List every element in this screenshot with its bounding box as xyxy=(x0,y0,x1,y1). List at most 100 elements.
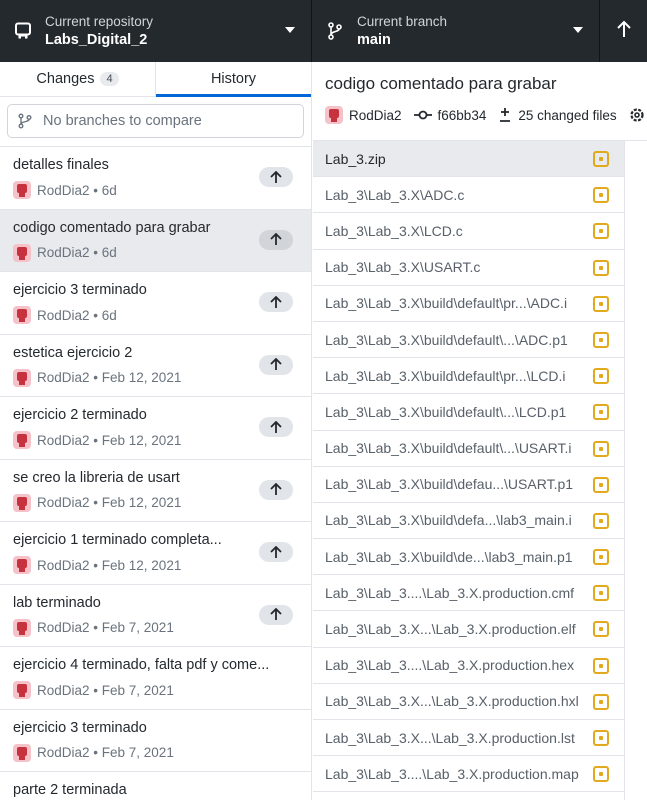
commit-title: ejercicio 3 terminado xyxy=(13,719,147,736)
avatar xyxy=(13,243,31,262)
commit-row[interactable]: estetica ejercicio 2 RodDia2 • Feb 12, 2… xyxy=(0,335,311,397)
file-modified-icon xyxy=(593,295,609,312)
compare-bar: No branches to compare xyxy=(0,97,311,147)
file-path: Lab_3\Lab_3.X...\Lab_3.X.production.lst xyxy=(325,729,575,746)
file-path: Lab_3\Lab_3.X\build\default\pr...\ADC.i xyxy=(325,295,568,312)
commit-summary: codigo comentado para grabar RodDia2 f66… xyxy=(313,62,647,141)
repo-icon xyxy=(14,22,32,40)
commit-row[interactable]: ejercicio 2 terminado RodDia2 • Feb 12, … xyxy=(0,397,311,460)
file-row[interactable]: Lab_3\Lab_3.X\build\default\...\ADC.p1 xyxy=(313,322,624,359)
file-row[interactable]: Lab_3\Lab_3.X\build\de...\lab3_main.p1 xyxy=(313,539,624,576)
file-row[interactable]: Lab_3\Lab_3.X\build\default\pr...\ADC.i xyxy=(313,286,624,322)
commit-row[interactable]: ejercicio 1 terminado completa... RodDia… xyxy=(0,522,311,585)
commit-row[interactable]: se creo la libreria de usart RodDia2 • F… xyxy=(0,460,311,522)
file-path: Lab_3\Lab_3.X\build\defau...\USART.p1 xyxy=(325,476,574,493)
file-path: Lab_3\Lab_3.X\build\de...\lab3_main.p1 xyxy=(325,548,573,565)
commit-title: codigo comentado para grabar xyxy=(13,219,211,236)
branch-selector[interactable]: Current branch main xyxy=(312,0,600,62)
avatar xyxy=(13,618,31,637)
compare-placeholder: No branches to compare xyxy=(43,113,202,129)
file-row[interactable]: Lab_3\Lab_3....\Lab_3.X.production.map xyxy=(313,756,624,793)
commit-list: detalles finales RodDia2 • 6d codigo com… xyxy=(0,147,311,800)
file-row[interactable]: Lab_3\Lab_3.X\build\default\...\USART.i xyxy=(313,431,624,467)
file-row[interactable]: Lab_3\Lab_3.X\LCD.c xyxy=(313,213,624,250)
push-button[interactable] xyxy=(600,0,647,62)
file-modified-icon xyxy=(593,621,609,638)
commit-detail-title: codigo comentado para grabar xyxy=(325,74,557,93)
branch-name: main xyxy=(357,31,391,48)
arrow-up-icon xyxy=(616,20,632,43)
file-modified-icon xyxy=(593,766,609,783)
commit-row[interactable]: ejercicio 3 terminado RodDia2 • Feb 7, 2… xyxy=(0,710,311,772)
commit-title: ejercicio 2 terminado xyxy=(13,407,147,423)
commit-date: 6d xyxy=(101,182,117,198)
file-row[interactable]: Lab_3.zip xyxy=(313,141,624,178)
avatar xyxy=(325,106,343,124)
file-modified-icon xyxy=(593,223,609,240)
commit-title: se creo la libreria de usart xyxy=(13,469,180,486)
commit-row[interactable]: lab terminado RodDia2 • Feb 7, 2021 xyxy=(0,585,311,647)
repo-caption: Current repository xyxy=(45,13,154,29)
unpushed-arrow-up-icon xyxy=(259,604,293,625)
commit-author: RodDia2 xyxy=(37,682,90,698)
branch-compare-input[interactable]: No branches to compare xyxy=(7,104,304,138)
commit-sha[interactable]: f66bb34 xyxy=(413,108,486,123)
file-modified-icon xyxy=(593,331,609,348)
file-row[interactable]: Lab_3\Lab_3.X\ADC.c xyxy=(313,177,624,214)
commit-date: Feb 12, 2021 xyxy=(101,557,182,573)
commit-row[interactable]: detalles finales RodDia2 • 6d xyxy=(0,147,311,210)
avatar xyxy=(13,681,31,699)
file-row[interactable]: Lab_3\Lab_3.X...\Lab_3.X.production.lst xyxy=(313,720,624,757)
file-modified-icon xyxy=(593,404,609,421)
commit-date: 6d xyxy=(101,245,117,260)
tab-changes-label: Changes xyxy=(36,71,95,87)
file-modified-icon xyxy=(593,657,609,674)
unpushed-arrow-up-icon xyxy=(259,292,293,312)
file-row[interactable]: Lab_3\Lab_3.X...\Lab_3.X.production.elf xyxy=(313,611,624,648)
file-row[interactable]: Lab_3\Lab_3.X...\Lab_3.X.production.hxl xyxy=(313,684,624,720)
file-row[interactable]: Lab_3\Lab_3....\Lab_3.X.production.cmf xyxy=(313,575,624,612)
commit-author: RodDia2 xyxy=(37,182,90,198)
file-modified-icon xyxy=(593,693,609,710)
tab-bar: Changes 4 History xyxy=(0,62,311,97)
tab-changes[interactable]: Changes 4 xyxy=(0,62,155,96)
file-path: Lab_3\Lab_3.X\build\default\...\ADC.p1 xyxy=(325,331,568,348)
gear-icon[interactable] xyxy=(629,107,647,123)
file-modified-icon xyxy=(593,549,609,566)
file-row[interactable]: Lab_3\Lab_3.X\build\defa...\lab3_main.i xyxy=(313,503,624,540)
file-row[interactable]: Lab_3\Lab_3.X\build\default\pr...\LCD.i xyxy=(313,358,624,395)
commit-row[interactable]: codigo comentado para grabar RodDia2 • 6… xyxy=(0,209,311,272)
tab-history[interactable]: History xyxy=(155,62,311,97)
file-path: Lab_3\Lab_3....\Lab_3.X.production.map xyxy=(325,765,579,782)
changed-file-list: Lab_3.zip Lab_3\Lab_3.X\ADC.c Lab_3\Lab_… xyxy=(313,141,624,793)
file-path: Lab_3\Lab_3.X\LCD.c xyxy=(325,222,463,239)
diff-icon xyxy=(500,108,511,122)
commit-row[interactable]: parte 2 terminada xyxy=(0,772,311,800)
file-row[interactable]: Lab_3\Lab_3....\Lab_3.X.production.hex xyxy=(313,648,624,684)
avatar xyxy=(13,556,31,574)
commit-author: RodDia2 xyxy=(37,495,90,510)
repository-selector[interactable]: Current repository Labs_Digital_2 xyxy=(0,0,312,62)
commit-title: ejercicio 4 terminado, falta pdf y come.… xyxy=(13,657,270,673)
file-path: Lab_3\Lab_3.X\ADC.c xyxy=(325,186,465,203)
commit-row[interactable]: ejercicio 3 terminado RodDia2 • 6d xyxy=(0,272,311,335)
file-path: Lab_3.zip xyxy=(325,150,386,167)
file-row[interactable]: Lab_3\Lab_3.X\USART.c xyxy=(313,250,624,286)
file-modified-icon xyxy=(593,730,609,746)
file-modified-icon xyxy=(593,476,609,493)
file-path: Lab_3\Lab_3....\Lab_3.X.production.cmf xyxy=(325,584,575,601)
file-row[interactable]: Lab_3\Lab_3.X\build\default\...\LCD.p1 xyxy=(313,394,624,431)
tab-history-label: History xyxy=(210,71,257,87)
file-row[interactable]: Lab_3\Lab_3.X\build\defau...\USART.p1 xyxy=(313,467,624,503)
file-path: Lab_3\Lab_3.X...\Lab_3.X.production.hxl xyxy=(325,693,579,710)
changed-files-count: 25 changed files xyxy=(518,107,617,123)
unpushed-arrow-up-icon xyxy=(259,167,293,187)
file-path: Lab_3\Lab_3.X\build\default\...\LCD.p1 xyxy=(325,403,567,420)
commit-title: estetica ejercicio 2 xyxy=(13,344,133,361)
unpushed-arrow-up-icon xyxy=(259,229,293,250)
file-modified-icon xyxy=(593,512,609,529)
git-commit-icon xyxy=(413,110,432,120)
file-modified-icon xyxy=(593,259,609,276)
commit-row[interactable]: ejercicio 4 terminado, falta pdf y come.… xyxy=(0,647,311,710)
file-path: Lab_3\Lab_3.X\build\default\...\USART.i xyxy=(325,440,572,457)
